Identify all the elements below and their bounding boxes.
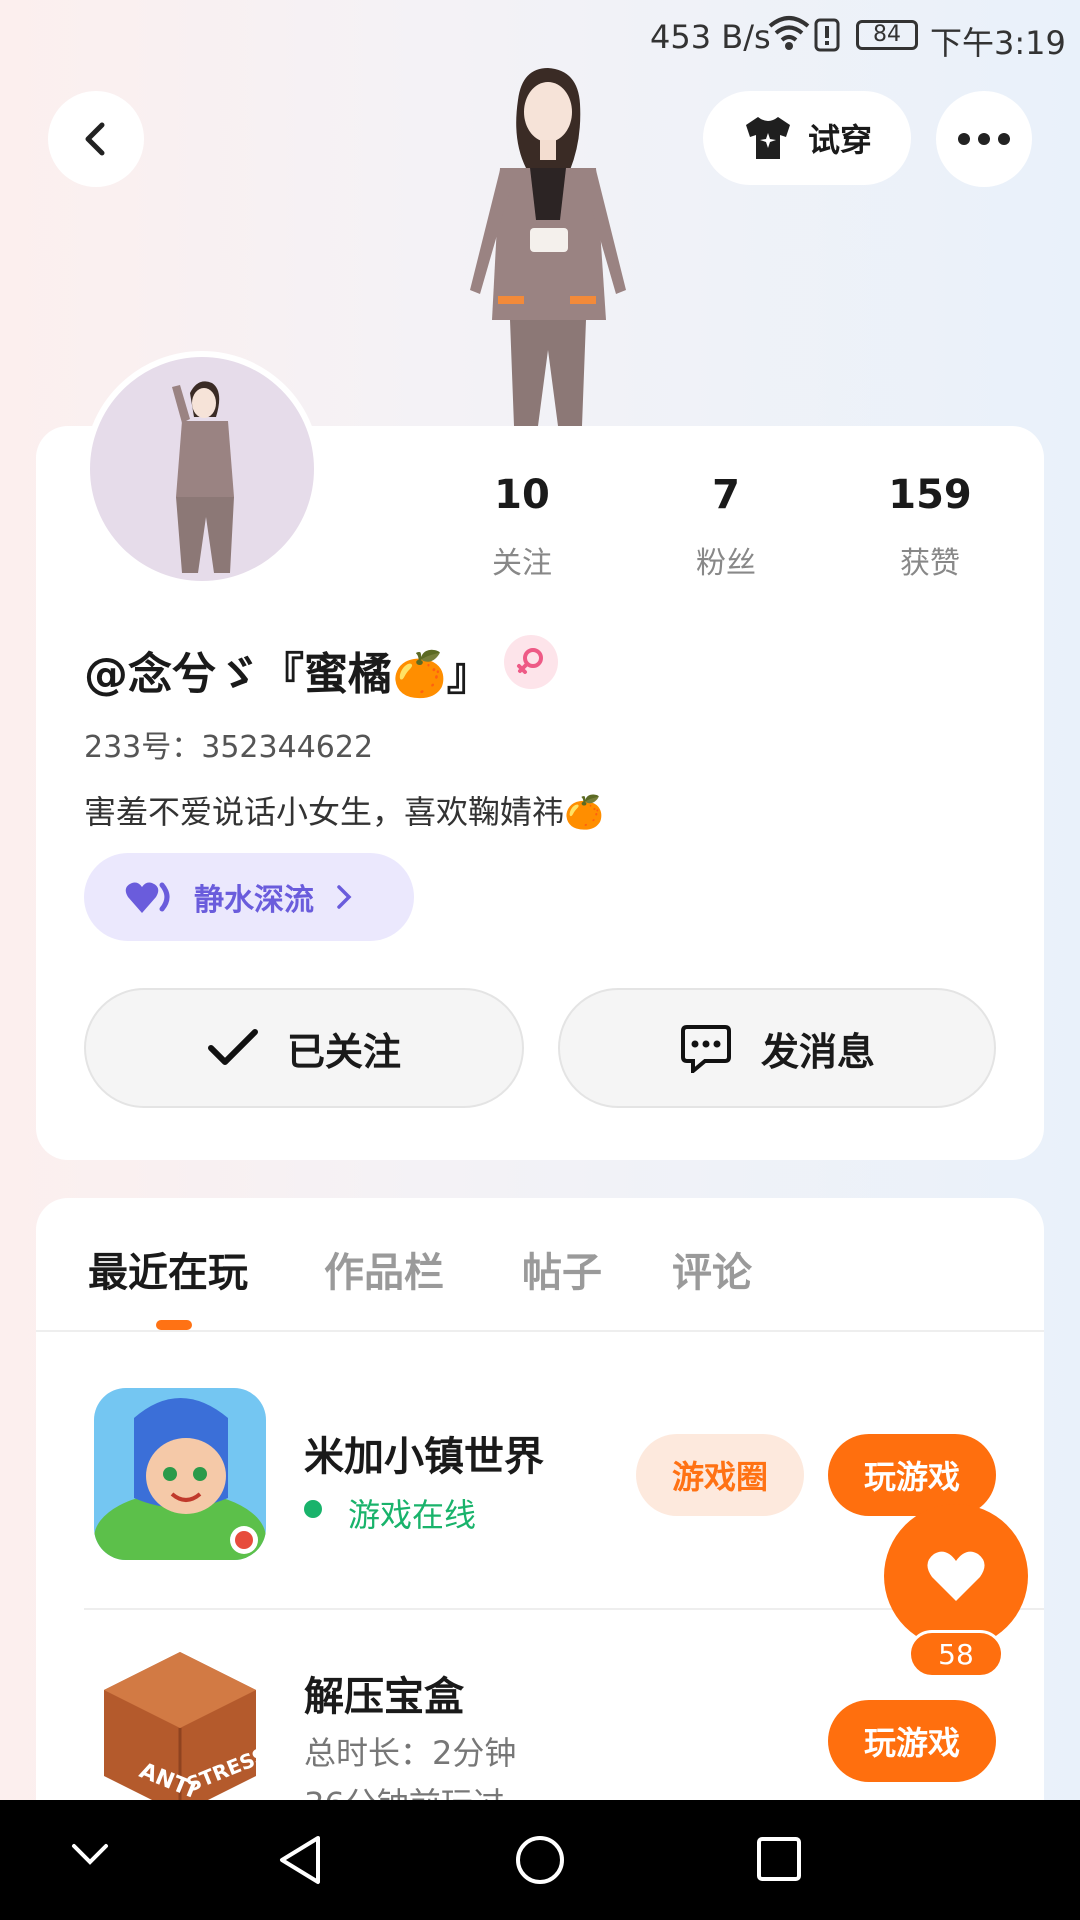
- chevron-left-icon: [85, 122, 105, 156]
- active-tab-indicator: [156, 1320, 192, 1330]
- play-game-button[interactable]: 玩游戏: [828, 1434, 996, 1516]
- nav-home-button[interactable]: [514, 1834, 566, 1890]
- nav-recents-button[interactable]: [756, 1836, 802, 1886]
- battery-icon: 84: [856, 20, 918, 50]
- circle-home-icon: [516, 1836, 564, 1884]
- game-icon-miga-town[interactable]: [94, 1388, 266, 1560]
- tab-works[interactable]: 作品栏: [324, 1240, 444, 1298]
- game-circle-label: 游戏圈: [671, 1458, 768, 1496]
- nav-back-button[interactable]: [276, 1834, 324, 1890]
- play-game-label: 玩游戏: [863, 1724, 960, 1762]
- following-count[interactable]: 10: [442, 472, 602, 518]
- chat-bubble-icon: [680, 1025, 731, 1073]
- send-message-label: 发消息: [760, 1029, 875, 1074]
- bio: 害羞不爱说话小女生，喜欢鞠婧祎🍊: [84, 793, 604, 831]
- female-gender-badge: [504, 635, 558, 689]
- wifi-icon: [768, 14, 810, 60]
- tab-posts[interactable]: 帖子: [522, 1240, 602, 1298]
- network-speed: 453 B/s: [650, 18, 771, 56]
- triangle-back-icon: [280, 1836, 320, 1884]
- tshirt-icon: [745, 117, 790, 159]
- followers-count[interactable]: 7: [646, 472, 806, 518]
- avatar[interactable]: [84, 351, 320, 587]
- like-button[interactable]: [884, 1504, 1028, 1648]
- personality-tag-label: 静水深流: [194, 883, 314, 918]
- square-recents-icon: [757, 1837, 801, 1881]
- like-count: 58: [908, 1630, 1004, 1678]
- back-button[interactable]: [48, 91, 144, 187]
- likes-label: 获赞: [900, 546, 960, 581]
- followed-button[interactable]: 已关注: [84, 988, 524, 1108]
- more-button[interactable]: [936, 91, 1032, 187]
- play-game-button[interactable]: 玩游戏: [828, 1700, 996, 1782]
- send-message-button[interactable]: 发消息: [558, 988, 996, 1108]
- game-title: 解压宝盒: [304, 1674, 464, 1720]
- likes-count: 159: [888, 472, 972, 518]
- user-id: 233号：352344622: [84, 730, 374, 765]
- tab-comments[interactable]: 评论: [672, 1240, 752, 1298]
- tabs-divider: [36, 1330, 1044, 1332]
- followers-label[interactable]: 粉丝: [646, 538, 806, 582]
- more-dots-icon: [958, 133, 1010, 145]
- tab-recently-played[interactable]: 最近在玩: [88, 1240, 248, 1298]
- following-label[interactable]: 关注: [442, 538, 602, 582]
- play-game-label: 玩游戏: [863, 1458, 960, 1496]
- online-status-dot: [304, 1500, 322, 1518]
- female-icon: [517, 648, 543, 674]
- heart-icon: [927, 1551, 985, 1601]
- followed-label: 已关注: [286, 1029, 401, 1074]
- username: @念兮ゞ『蜜橘🍊』: [84, 649, 491, 700]
- nav-collapse-button[interactable]: [70, 1842, 110, 1872]
- game-online-status: 游戏在线: [348, 1496, 477, 1534]
- checkmark-icon: [207, 1029, 258, 1065]
- game-title: 米加小镇世界: [304, 1434, 544, 1480]
- clock: 下午3:19: [930, 24, 1066, 62]
- heart-wave-icon: [125, 882, 170, 913]
- avatar-3d-figure[interactable]: [430, 60, 660, 426]
- game-circle-button[interactable]: 游戏圈: [636, 1434, 804, 1516]
- game-icon-anti-stress[interactable]: ANTI STRESS: [94, 1646, 266, 1818]
- battery-level: 84: [873, 22, 901, 47]
- try-on-button[interactable]: 试穿: [703, 91, 911, 185]
- chevron-down-icon: [72, 1844, 108, 1865]
- game-total-duration: 总时长：2分钟: [304, 1734, 517, 1772]
- system-nav-bar: [0, 1800, 1080, 1920]
- game-last-played: 36分钟前玩过: [304, 1786, 505, 1800]
- try-on-label: 试穿: [807, 121, 872, 159]
- personality-tag-button[interactable]: 静水深流: [84, 853, 414, 941]
- alert-icon: [814, 18, 840, 60]
- chevron-right-icon: [337, 885, 352, 909]
